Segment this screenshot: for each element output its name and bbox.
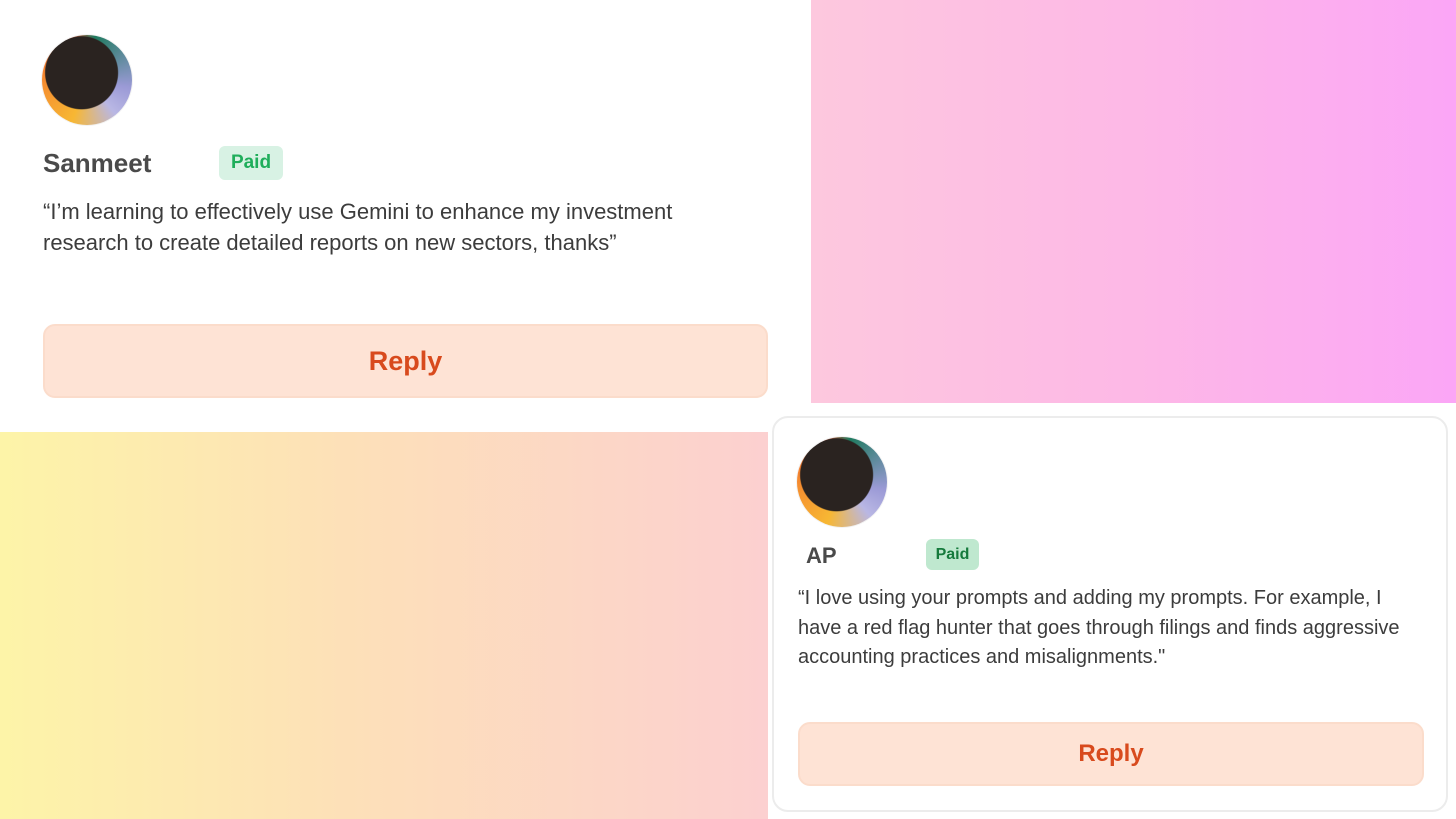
comment-card-ap: AP Paid “I love using your prompts and a…	[772, 416, 1448, 812]
comment-text-line: have a red flag hunter that goes through…	[798, 616, 1400, 639]
paid-badge: Paid	[219, 146, 283, 180]
comment-text: “I love using your prompts and adding my…	[798, 584, 1438, 673]
pink-gradient-background	[811, 0, 1456, 403]
commenter-name[interactable]: Sanmeet	[43, 148, 151, 179]
comment-text-line: “I’m learning to effectively use Gemini …	[43, 199, 673, 224]
reply-button[interactable]: Reply	[43, 324, 768, 398]
comment-text-line: accounting practices and misalignments."	[798, 646, 1166, 668]
reply-button[interactable]: Reply	[798, 722, 1424, 786]
commenter-name[interactable]: AP	[806, 543, 837, 569]
avatar-icon[interactable]	[797, 437, 887, 527]
avatar-icon[interactable]	[42, 35, 132, 125]
yellow-gradient-background	[0, 432, 768, 819]
comment-text: “I’m learning to effectively use Gemini …	[43, 196, 783, 258]
comment-text-line: research to create detailed reports on n…	[43, 230, 617, 255]
paid-badge: Paid	[926, 539, 979, 570]
comment-card-sanmeet: Sanmeet Paid “I’m learning to effectivel…	[0, 0, 811, 432]
comment-text-line: “I love using your prompts and adding my…	[798, 587, 1382, 609]
